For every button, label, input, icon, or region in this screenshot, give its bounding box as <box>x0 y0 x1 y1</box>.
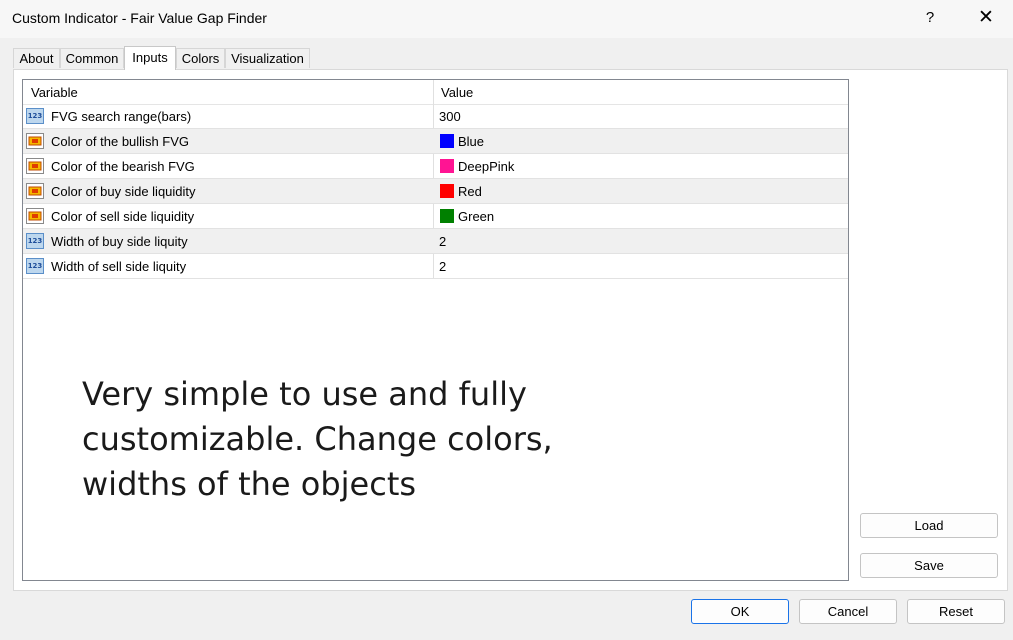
caption-line: customizable. Change colors, <box>82 420 553 458</box>
reset-button[interactable]: Reset <box>907 599 1005 624</box>
tab-common[interactable]: Common <box>60 48 124 68</box>
column-header-variable[interactable]: Variable <box>31 85 78 100</box>
grid-row[interactable]: Color of sell side liquidity Green <box>23 204 848 229</box>
variable-name: Color of the bullish FVG <box>51 134 190 149</box>
caption-line: Very simple to use and fully <box>82 375 527 413</box>
color-icon <box>26 183 44 199</box>
color-swatch <box>440 134 454 148</box>
color-icon <box>26 133 44 149</box>
grid-row[interactable]: Color of the bullish FVG Blue <box>23 129 848 154</box>
tab-about[interactable]: About <box>13 48 60 68</box>
save-button[interactable]: Save <box>860 553 998 578</box>
window-title: Custom Indicator - Fair Value Gap Finder <box>12 10 267 26</box>
color-swatch <box>440 159 454 173</box>
grid-row[interactable]: Color of buy side liquidity Red <box>23 179 848 204</box>
variable-name: Color of the bearish FVG <box>51 159 195 174</box>
color-icon <box>26 208 44 224</box>
grid-header: Variable Value <box>23 80 848 105</box>
title-bar: Custom Indicator - Fair Value Gap Finder… <box>0 0 1013 38</box>
number-icon: 123 <box>26 258 44 274</box>
color-icon <box>26 158 44 174</box>
color-swatch <box>440 184 454 198</box>
value-cell[interactable]: 2 <box>439 259 446 274</box>
close-button[interactable]: ✕ <box>973 6 999 30</box>
grid-row[interactable]: Color of the bearish FVG DeepPink <box>23 154 848 179</box>
number-icon: 123 <box>26 108 44 124</box>
value-cell[interactable]: 300 <box>439 109 461 124</box>
help-button[interactable]: ? <box>918 6 942 30</box>
tab-visualization[interactable]: Visualization <box>225 48 310 68</box>
load-button[interactable]: Load <box>860 513 998 538</box>
ok-button[interactable]: OK <box>691 599 789 624</box>
value-cell[interactable]: 2 <box>439 234 446 249</box>
value-cell[interactable]: Red <box>458 184 482 199</box>
variable-name: Color of sell side liquidity <box>51 209 195 224</box>
value-cell[interactable]: DeepPink <box>458 159 514 174</box>
variable-name: Width of buy side liquity <box>51 234 188 249</box>
variable-name: FVG search range(bars) <box>51 109 192 124</box>
color-swatch <box>440 209 454 223</box>
grid-row[interactable]: 123 Width of sell side liquity 2 <box>23 254 848 279</box>
column-header-value[interactable]: Value <box>441 85 473 100</box>
number-icon: 123 <box>26 233 44 249</box>
variable-name: Width of sell side liquity <box>51 259 187 274</box>
value-cell[interactable]: Green <box>458 209 494 224</box>
cancel-button[interactable]: Cancel <box>799 599 897 624</box>
value-cell[interactable]: Blue <box>458 134 484 149</box>
tab-inputs[interactable]: Inputs <box>124 46 176 70</box>
grid-row[interactable]: 123 FVG search range(bars) 300 <box>23 104 848 129</box>
variable-name: Color of buy side liquidity <box>51 184 196 199</box>
grid-row[interactable]: 123 Width of buy side liquity 2 <box>23 229 848 254</box>
promo-caption: Very simple to use and fully customizabl… <box>82 372 602 507</box>
tab-colors[interactable]: Colors <box>176 48 225 68</box>
caption-line: widths of the objects <box>82 465 417 503</box>
